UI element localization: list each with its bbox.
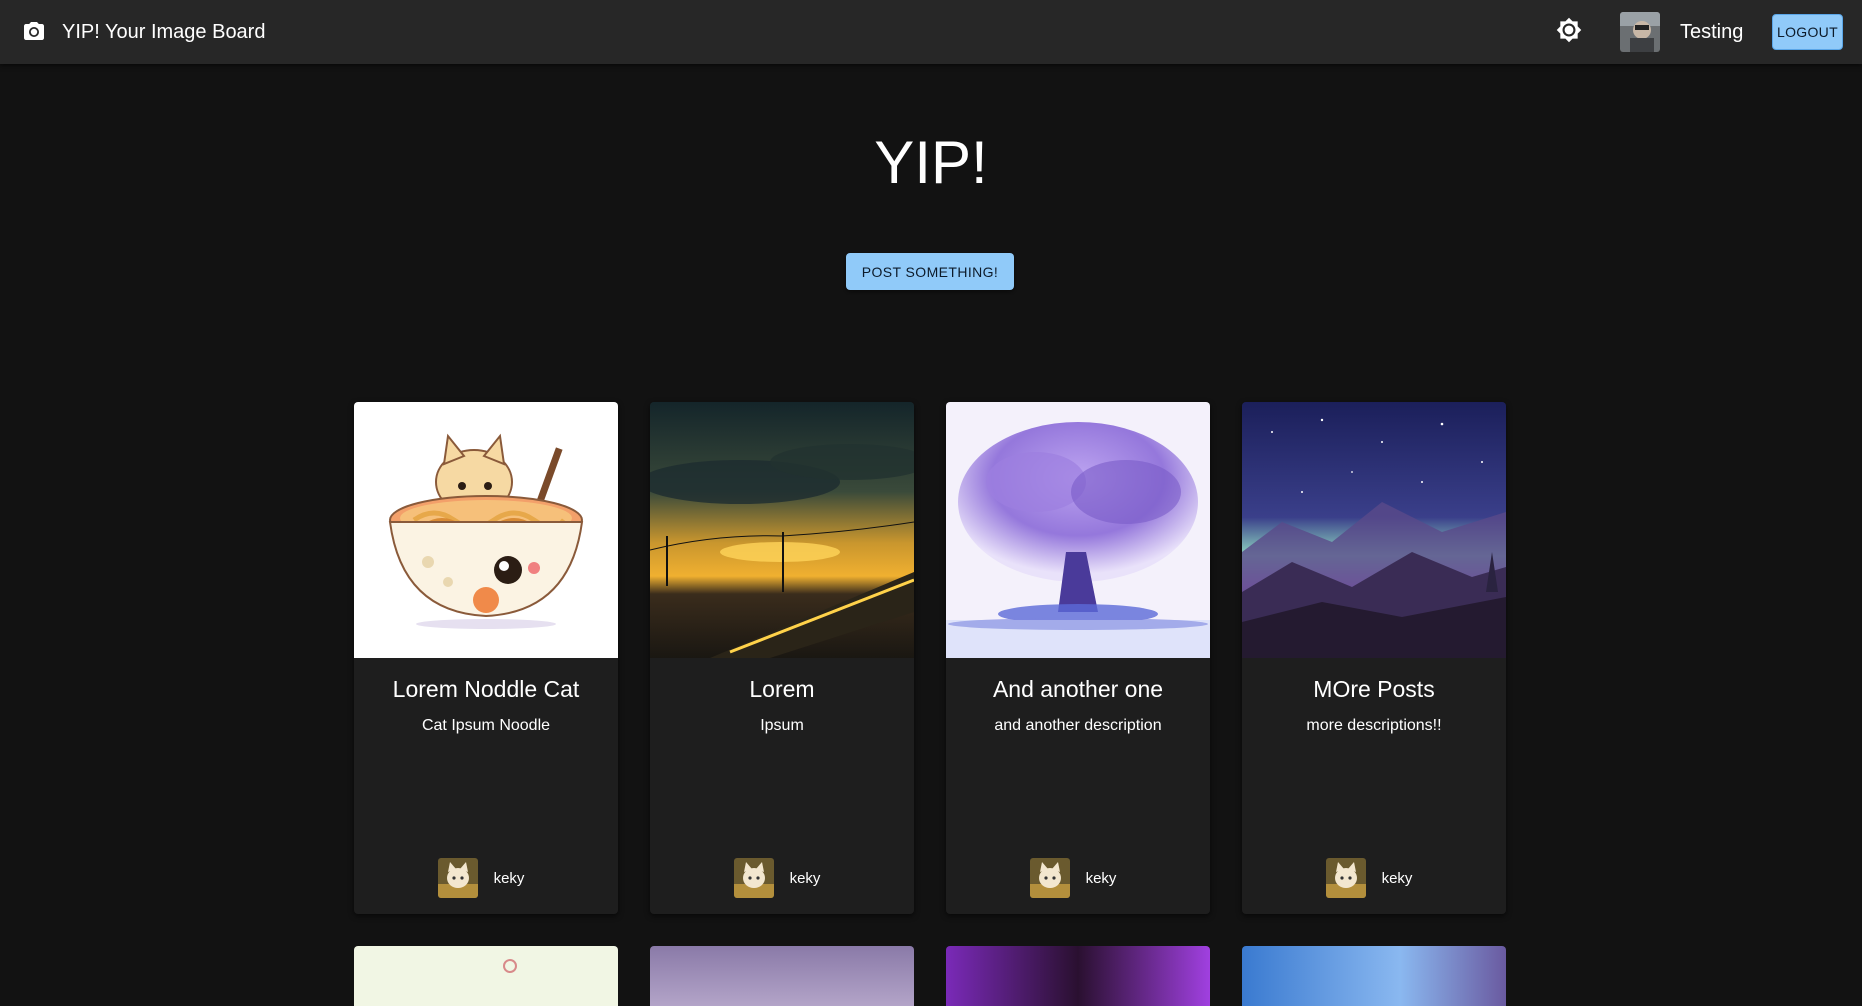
post-author: keky	[946, 858, 1210, 898]
theme-toggle-button[interactable]	[1554, 17, 1584, 47]
post-image-partial	[503, 959, 517, 973]
post-author: keky	[1242, 858, 1506, 898]
post-title: Lorem Noddle Cat	[392, 676, 580, 702]
post-image-cat-noodle-bowl	[354, 402, 618, 658]
post-card[interactable]	[650, 946, 914, 1006]
author-name: keky	[789, 869, 821, 887]
post-description: and another description	[994, 717, 1162, 734]
post-title: Lorem	[749, 676, 815, 702]
brightness-icon	[1556, 17, 1582, 48]
post-card[interactable]	[946, 946, 1210, 1006]
author-avatar	[1029, 858, 1070, 898]
app-bar: YIP! Your Image Board Testing LOGOUT	[0, 0, 1862, 64]
post-author: keky	[354, 858, 618, 898]
post-description: Cat Ipsum Noodle	[421, 717, 551, 734]
user-avatar[interactable]	[1620, 12, 1660, 52]
post-card[interactable]: Lorem Ipsum keky	[650, 402, 914, 914]
post-image-sunset-railway	[650, 402, 914, 658]
post-card[interactable]	[354, 946, 618, 1006]
logout-button[interactable]: LOGOUT	[1772, 14, 1843, 50]
post-title: MOre Posts	[1313, 676, 1435, 702]
post-card[interactable]: And another one and another description …	[946, 402, 1210, 914]
post-author: keky	[650, 858, 914, 898]
post-card[interactable]: Lorem Noddle Cat Cat Ipsum Noodle keky	[354, 402, 618, 914]
author-avatar	[1325, 858, 1366, 898]
author-name: keky	[493, 869, 525, 887]
post-image-purple-tree	[946, 402, 1210, 658]
post-title: And another one	[992, 676, 1164, 702]
post-card[interactable]	[1242, 946, 1506, 1006]
post-card[interactable]: MOre Posts more descriptions!! keky	[1242, 402, 1506, 914]
author-avatar	[733, 858, 774, 898]
user-name: Testing	[1680, 21, 1744, 43]
post-image-starry-mountains	[1242, 402, 1506, 658]
post-description: Ipsum	[760, 717, 804, 734]
author-name: keky	[1381, 869, 1413, 887]
camera-icon	[22, 19, 46, 43]
author-avatar	[437, 858, 478, 898]
post-something-button[interactable]: POST SOMETHING!	[846, 253, 1014, 290]
post-description: more descriptions!!	[1306, 717, 1442, 734]
page-title: YIP!	[874, 129, 988, 196]
author-name: keky	[1085, 869, 1117, 887]
brand-title: YIP! Your Image Board	[62, 21, 266, 43]
